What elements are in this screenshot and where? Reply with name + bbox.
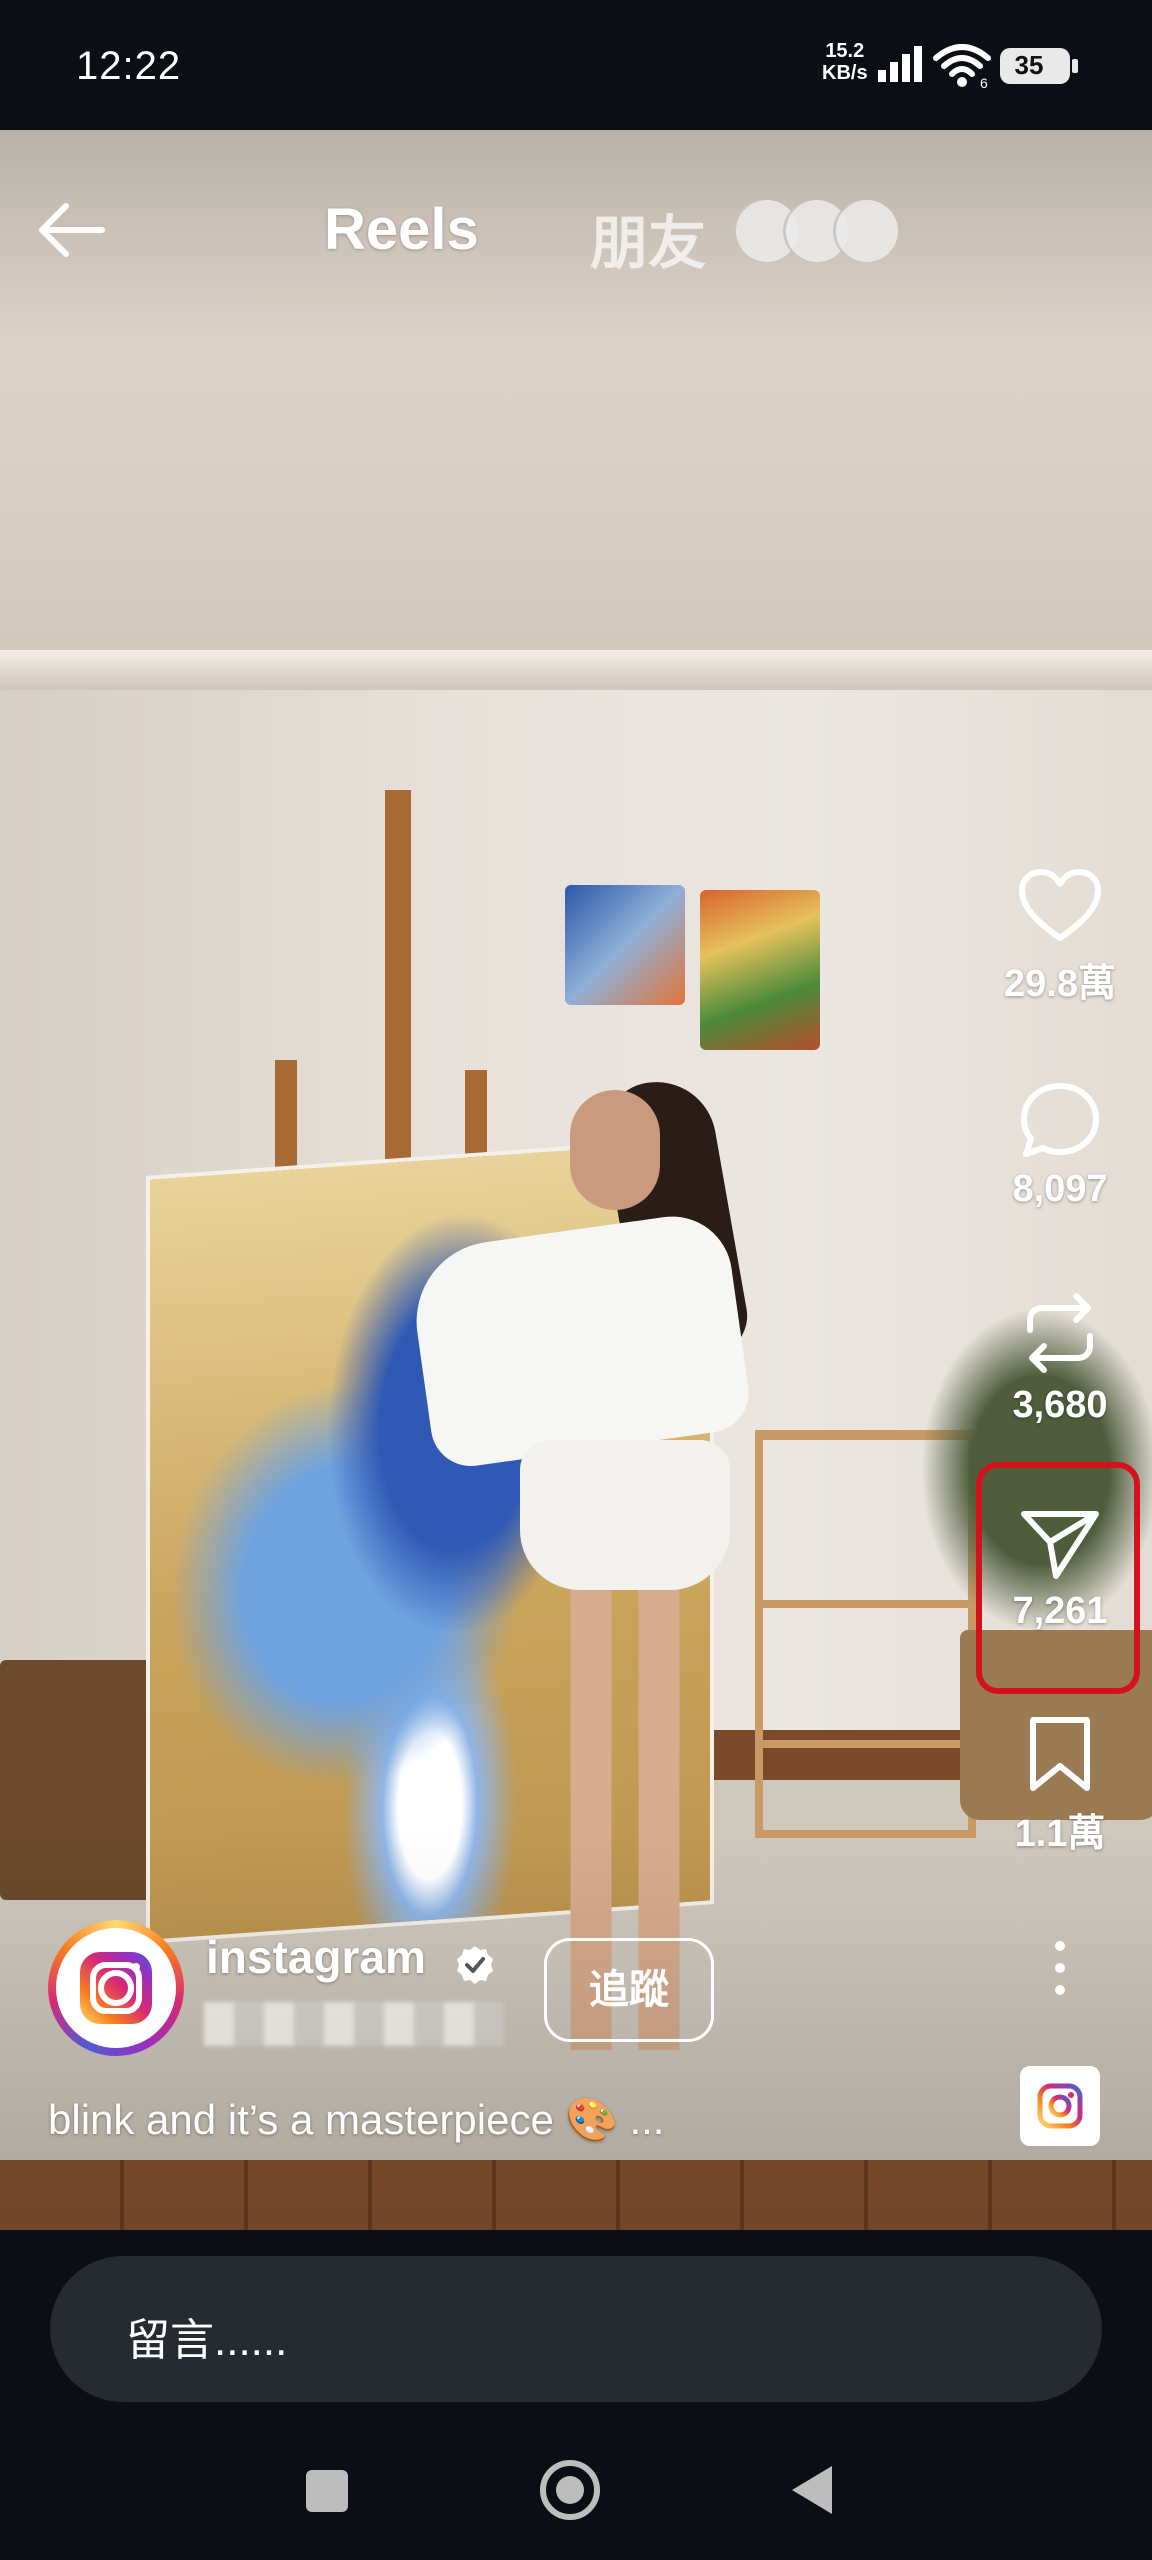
instagram-logo-icon [1037,2083,1083,2129]
wifi-icon: 6 [933,44,991,88]
instagram-logo-icon [80,1952,152,2024]
tab-reels[interactable]: Reels [324,196,479,263]
comment-bar: 留言...... [0,2230,1152,2430]
like-count: 29.8萬 [1004,963,1116,1005]
recents-button[interactable] [306,2470,348,2512]
bookmark-icon [1030,1717,1090,1791]
signal-icon [878,46,922,82]
repost-count: 3,680 [1012,1384,1108,1426]
like-action[interactable]: 29.8萬 [980,868,1140,1007]
system-nav-bar [0,2430,1152,2560]
battery-level: 35 [1014,50,1044,80]
video-molding [0,650,1152,690]
wall-painting-2 [700,890,820,1050]
author-avatar[interactable] [48,1920,184,2056]
status-bar: 12:22 15.2 KB/s 6 35 [0,0,1152,130]
comment-count: 8,097 [1012,1168,1108,1210]
author-username[interactable]: instagram [206,1930,426,1984]
send-icon [1021,1511,1099,1579]
follow-button[interactable]: 追蹤 [544,1938,714,2042]
blurred-subtitle [204,2002,504,2046]
logo-frame [90,1962,142,2014]
back-arrow-icon[interactable] [36,198,108,262]
heart-icon [1019,869,1101,941]
person-head [570,1090,660,1210]
network-speed: 15.2 KB/s [822,40,868,84]
comment-placeholder: 留言...... [126,2316,288,2365]
avatar-background [56,1928,176,2048]
share-action[interactable]: 7,261 [980,1506,1140,1633]
tab-friends[interactable]: 朋友 [590,196,706,280]
comment-input[interactable]: 留言...... [50,2256,1102,2402]
clock: 12:22 [76,44,182,88]
person-skirt [520,1440,730,1590]
repost-icon [1027,1293,1093,1373]
wifi-label: 6 [980,75,988,88]
comment-action[interactable]: 8,097 [980,1082,1140,1211]
save-count: 1.1萬 [1014,1813,1106,1855]
comment-bubble-icon [1021,1083,1099,1157]
share-count: 7,261 [1012,1590,1108,1632]
battery-icon: 35 [1000,48,1078,84]
friend-avatar [836,200,898,262]
top-scrim [0,130,1152,350]
more-options-icon[interactable] [1050,1938,1070,1998]
home-button[interactable] [540,2460,600,2520]
logo-dot [132,1963,140,1971]
audio-thumbnail[interactable] [1020,2066,1100,2146]
wall-painting-1 [565,885,685,1005]
system-back-button[interactable] [792,2466,832,2514]
network-speed-unit: KB/s [822,62,868,84]
reel-caption[interactable]: blink and it’s a masterpiece 🎨 ... [48,2096,664,2145]
network-speed-value: 15.2 [825,40,865,62]
repost-action[interactable]: 3,680 [980,1290,1140,1427]
friend-avatars[interactable] [736,200,906,262]
save-action[interactable]: 1.1萬 [980,1716,1140,1857]
verified-badge-icon [457,1946,493,1984]
